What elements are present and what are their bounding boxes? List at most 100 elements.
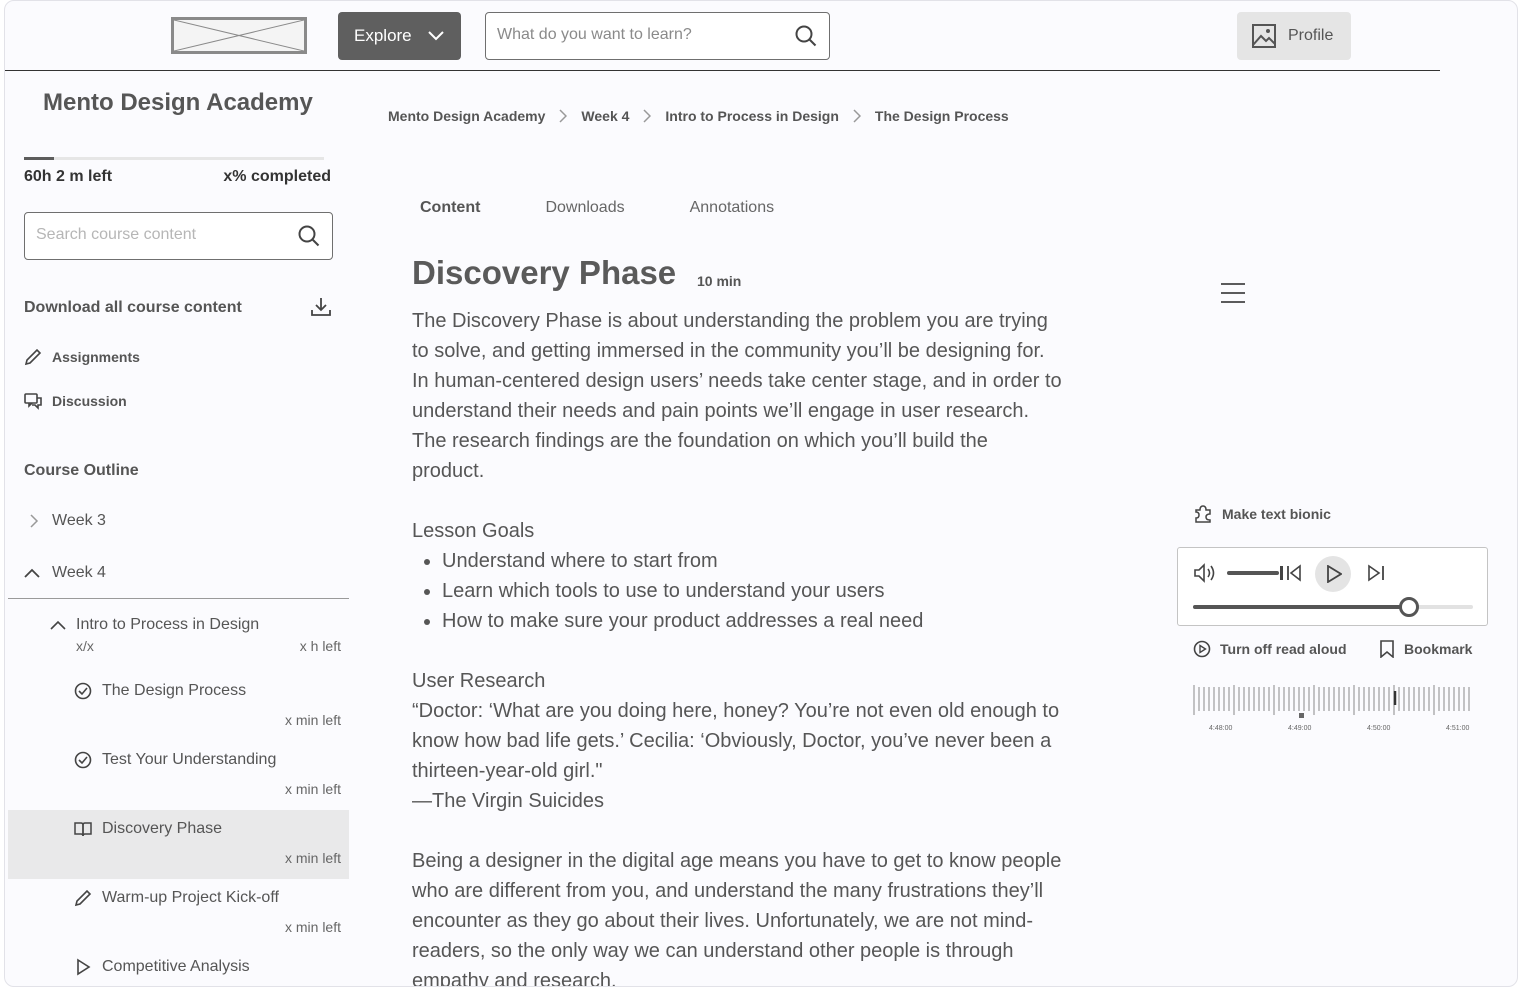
download-all-link[interactable]: Download all course content [24,299,242,317]
goals-list: Understand where to start from Learn whi… [442,546,1062,636]
lesson-item-warmup-project[interactable]: Warm-up Project Kick-off x min left [8,879,349,948]
timeline-label: 4:49:00 [1288,725,1312,732]
tab-downloads[interactable]: Downloads [545,199,624,217]
time-left: 60h 2 m left [24,168,113,185]
global-search-input[interactable] [497,26,777,44]
puzzle-icon [1195,505,1211,523]
timeline-bookmark-marker[interactable] [1299,713,1304,718]
assignments-link[interactable]: Assignments [24,348,140,366]
search-icon[interactable] [795,25,817,47]
play-circle-icon [1193,640,1211,658]
chevron-up-icon [24,568,40,578]
discussion-label: Discussion [52,393,127,409]
lesson-title-label: The Design Process [102,682,247,699]
book-icon [74,822,92,837]
seek-slider-handle[interactable] [1398,597,1419,617]
timeline-label: 4:48:00 [1209,725,1233,732]
check-circle-icon [74,682,92,700]
skip-back-icon[interactable] [1286,564,1302,582]
lesson-time: x min left [284,781,341,797]
page-title: Discovery Phase [412,254,677,291]
lesson-item-design-process[interactable]: The Design Process x min left [8,672,349,741]
hamburger-menu-icon[interactable] [1221,283,1245,303]
chevron-right-icon [853,109,861,123]
breadcrumb-item[interactable]: Intro to Process in Design [665,108,838,124]
list-item: Learn which tools to use to understand y… [442,576,1062,606]
sidebar-item-week-3[interactable]: Week 3 [28,512,106,530]
week-divider [8,598,349,599]
lesson-item-competitive-analysis[interactable]: Competitive Analysis [8,948,349,986]
turn-off-read-aloud-button[interactable]: Turn off read aloud [1193,640,1347,658]
pencil-icon [24,348,42,366]
lesson-title: Competitive Analysis [74,958,250,976]
assignments-label: Assignments [52,349,140,365]
sidebar-item-week-4[interactable]: Week 4 [24,564,106,582]
logo-placeholder[interactable] [171,17,307,54]
profile-label: Profile [1288,27,1334,44]
profile-button[interactable]: Profile [1237,12,1351,60]
lesson-title: Discovery Phase [74,820,222,838]
course-title: Mento Design Academy [43,89,313,116]
lesson-time: x min left [284,712,341,728]
make-text-bionic-button[interactable]: Make text bionic [1193,504,1331,524]
skip-forward-icon[interactable] [1367,564,1385,582]
logo-image-icon [174,20,304,51]
chevron-up-icon [50,620,66,630]
global-search [485,12,830,60]
course-progress-fill [24,157,54,160]
audio-timeline[interactable]: 4:48:00 4:49:00 4:50:00 4:51:00 [1189,679,1472,741]
group-time: x h left [299,638,341,654]
download-icon[interactable] [311,297,331,317]
course-search-input[interactable] [36,226,286,244]
bionic-label: Make text bionic [1222,506,1331,522]
bookmark-label: Bookmark [1404,641,1473,657]
search-icon[interactable] [298,225,320,247]
body-paragraph: Being a designer in the digital age mean… [412,850,1062,987]
bookmark-icon [1380,640,1394,658]
volume-icon[interactable] [1194,563,1218,583]
lesson-item-discovery-phase[interactable]: Discovery Phase x min left [8,810,349,879]
lesson-time: x min left [284,850,341,866]
intro-paragraph: The Discovery Phase is about understandi… [412,310,1062,482]
goals-heading: Lesson Goals [412,520,535,542]
week-label: Week 3 [52,512,106,529]
lesson-item-test-understanding[interactable]: Test Your Understanding x min left [8,741,349,810]
play-icon [1327,565,1342,583]
sidebar-group-intro[interactable]: Intro to Process in Design x/x x h left [8,606,349,675]
research-heading: User Research [412,670,546,692]
timeline-label: 4:50:00 [1367,725,1391,732]
list-item: Understand where to start from [442,546,1062,576]
group-title-label: Intro to Process in Design [76,616,260,633]
lesson-title: Test Your Understanding [74,751,276,769]
volume-slider-handle[interactable] [1279,566,1283,580]
lesson-duration: 10 min [697,273,742,289]
chevron-right-icon [30,514,39,528]
explore-button[interactable]: Explore [338,12,461,60]
read-aloud-label: Turn off read aloud [1220,641,1347,657]
tab-content[interactable]: Content [420,199,480,217]
lesson-title-label: Test Your Understanding [102,751,277,768]
lesson-title-label: Discovery Phase [102,820,223,837]
course-outline-title: Course Outline [24,462,139,479]
explore-label: Explore [354,26,412,45]
breadcrumb-item[interactable]: Week 4 [581,108,629,124]
breadcrumb: Mento Design Academy Week 4 Intro to Pro… [388,108,1009,124]
image-icon [1252,24,1276,48]
course-progress-bar [24,157,324,160]
discussion-link[interactable]: Discussion [24,392,127,410]
chat-icon [24,393,42,410]
lesson-title-label: Competitive Analysis [102,958,250,975]
tab-annotations[interactable]: Annotations [690,199,775,217]
chevron-down-icon [427,31,444,41]
breadcrumb-item[interactable]: The Design Process [875,108,1009,124]
bookmark-button[interactable]: Bookmark [1379,640,1472,658]
volume-slider[interactable] [1227,571,1279,575]
quote: “Doctor: ‘What are you doing here, honey… [412,700,1060,782]
breadcrumb-item[interactable]: Mento Design Academy [388,108,545,124]
play-button[interactable] [1315,556,1351,592]
seek-slider[interactable] [1193,605,1473,609]
header-divider [5,70,1440,71]
check-circle-icon [74,751,92,769]
timeline-ticks [1193,685,1470,718]
lesson-title: Warm-up Project Kick-off [74,889,279,907]
